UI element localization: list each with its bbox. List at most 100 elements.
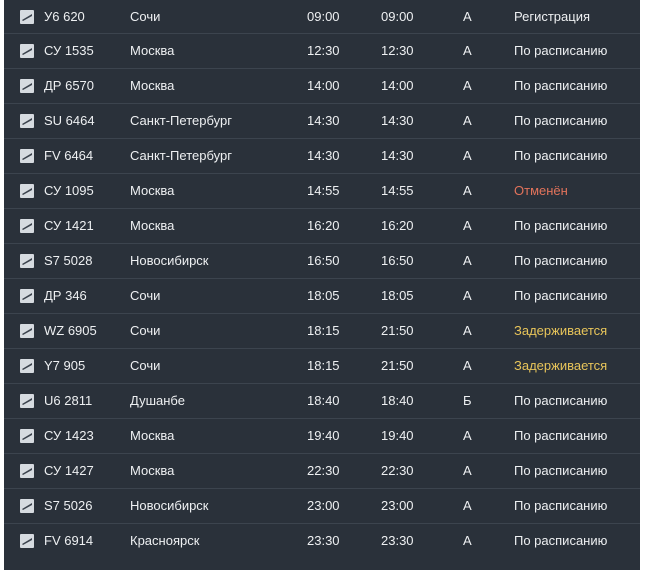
- flight-row[interactable]: СУ 1095 Москва 14:55 14:55 A Отменён: [4, 174, 640, 209]
- scheduled-time: 12:30: [307, 43, 340, 58]
- flight-row[interactable]: SU 6464 Санкт-Петербург 14:30 14:30 A По расп…: [4, 104, 640, 139]
- flight-row[interactable]: S7 5028 Новосибирск 16:50 16:50 A По расписан…: [4, 244, 640, 279]
- flight-status: По расписанию: [514, 43, 608, 58]
- terminal: A: [463, 9, 472, 24]
- terminal: A: [463, 148, 472, 163]
- flight-number: SU 6464: [44, 113, 95, 128]
- destination-city: Сочи: [130, 358, 161, 373]
- flight-number: FV 6914: [44, 533, 94, 548]
- flight-status: Регистрация: [514, 9, 590, 24]
- airline-logo-icon: [20, 499, 34, 513]
- terminal: A: [463, 288, 472, 303]
- flight-board: У6 620 Сочи 09:00 09:00 A Регистрация СУ 1535 М…: [4, 0, 640, 570]
- actual-time: 14:55: [381, 183, 414, 198]
- actual-time: 19:40: [381, 428, 414, 443]
- flight-number: У6 620: [44, 9, 85, 24]
- terminal: A: [463, 78, 472, 93]
- airline-logo-icon: [20, 254, 34, 268]
- airline-logo-icon: [20, 44, 34, 58]
- flight-number: СУ 1427: [44, 463, 94, 478]
- airline-logo-icon: [20, 359, 34, 373]
- actual-time: 14:00: [381, 78, 414, 93]
- flight-status: По расписанию: [514, 253, 608, 268]
- scheduled-time: 18:05: [307, 288, 340, 303]
- destination-city: Санкт-Петербург: [130, 113, 232, 128]
- flight-row[interactable]: СУ 1427 Москва 22:30 22:30 A По расписанию: [4, 454, 640, 489]
- airline-logo-icon: [20, 534, 34, 548]
- scheduled-time: 22:30: [307, 463, 340, 478]
- flight-row[interactable]: FV 6464 Санкт-Петербург 14:30 14:30 A По расп…: [4, 139, 640, 174]
- flight-number: СУ 1095: [44, 183, 94, 198]
- flight-number: S7 5028: [44, 253, 93, 268]
- actual-time: 16:50: [381, 253, 414, 268]
- scheduled-time: 23:30: [307, 533, 340, 548]
- flight-status: По расписанию: [514, 148, 608, 163]
- scheduled-time: 18:15: [307, 358, 340, 373]
- terminal: A: [463, 43, 472, 58]
- flight-number: FV 6464: [44, 148, 94, 163]
- scheduled-time: 19:40: [307, 428, 340, 443]
- flight-row[interactable]: СУ 1535 Москва 12:30 12:30 A По расписанию: [4, 34, 640, 69]
- airline-logo-icon: [20, 394, 34, 408]
- destination-city: Новосибирск: [130, 253, 209, 268]
- flight-row[interactable]: WZ 6905 Сочи 18:15 21:50 A Задерживается: [4, 314, 640, 349]
- destination-city: Санкт-Петербург: [130, 148, 232, 163]
- scheduled-time: 14:30: [307, 148, 340, 163]
- scheduled-time: 14:55: [307, 183, 340, 198]
- flight-row[interactable]: S7 5026 Новосибирск 23:00 23:00 A По расписан…: [4, 489, 640, 524]
- flight-status: По расписанию: [514, 113, 608, 128]
- flight-number: Y7 905: [44, 358, 86, 373]
- flight-status: По расписанию: [514, 463, 608, 478]
- airline-logo-icon: [20, 10, 34, 24]
- flight-number: ДР 346: [44, 288, 87, 303]
- airline-logo-icon: [20, 114, 34, 128]
- flight-status: По расписанию: [514, 288, 608, 303]
- airline-logo-icon: [20, 184, 34, 198]
- airline-logo-icon: [20, 429, 34, 443]
- destination-city: Москва: [130, 183, 175, 198]
- actual-time: 18:40: [381, 393, 414, 408]
- destination-city: Москва: [130, 43, 175, 58]
- destination-city: Москва: [130, 218, 175, 233]
- flight-row[interactable]: Y7 905 Сочи 18:15 21:50 A Задерживается: [4, 349, 640, 384]
- terminal: A: [463, 253, 472, 268]
- flight-row[interactable]: ДР 6570 Москва 14:00 14:00 A По расписанию: [4, 69, 640, 104]
- scheduled-time: 16:50: [307, 253, 340, 268]
- actual-time: 14:30: [381, 148, 414, 163]
- actual-time: 18:05: [381, 288, 414, 303]
- flight-status: По расписанию: [514, 78, 608, 93]
- scheduled-time: 18:40: [307, 393, 340, 408]
- flight-row[interactable]: У6 620 Сочи 09:00 09:00 A Регистрация: [4, 0, 640, 34]
- flight-row[interactable]: ДР 346 Сочи 18:05 18:05 A По расписанию: [4, 279, 640, 314]
- terminal: A: [463, 533, 472, 548]
- flight-status: По расписанию: [514, 428, 608, 443]
- airline-logo-icon: [20, 289, 34, 303]
- terminal: A: [463, 498, 472, 513]
- destination-city: Москва: [130, 463, 175, 478]
- terminal: A: [463, 463, 472, 478]
- airline-logo-icon: [20, 149, 34, 163]
- flight-row[interactable]: FV 6914 Красноярск 23:30 23:30 A По расписани…: [4, 524, 640, 559]
- airline-logo-icon: [20, 324, 34, 338]
- flight-status: Отменён: [514, 183, 568, 198]
- terminal: A: [463, 323, 472, 338]
- flight-number: ДР 6570: [44, 78, 95, 93]
- airline-logo-icon: [20, 79, 34, 93]
- flight-number: СУ 1423: [44, 428, 94, 443]
- destination-city: Красноярск: [130, 533, 200, 548]
- actual-time: 23:30: [381, 533, 414, 548]
- flight-status: По расписанию: [514, 498, 608, 513]
- terminal: A: [463, 183, 472, 198]
- flight-row[interactable]: СУ 1423 Москва 19:40 19:40 A По расписанию: [4, 419, 640, 454]
- actual-time: 16:20: [381, 218, 414, 233]
- actual-time: 12:30: [381, 43, 414, 58]
- terminal: A: [463, 428, 472, 443]
- destination-city: Новосибирск: [130, 498, 209, 513]
- destination-city: Сочи: [130, 288, 161, 303]
- flight-row[interactable]: СУ 1421 Москва 16:20 16:20 A По расписанию: [4, 209, 640, 244]
- actual-time: 09:00: [381, 9, 414, 24]
- actual-time: 21:50: [381, 323, 414, 338]
- flight-status: По расписанию: [514, 533, 608, 548]
- actual-time: 22:30: [381, 463, 414, 478]
- flight-row[interactable]: U6 2811 Душанбе 18:40 18:40 Б По расписанию: [4, 384, 640, 419]
